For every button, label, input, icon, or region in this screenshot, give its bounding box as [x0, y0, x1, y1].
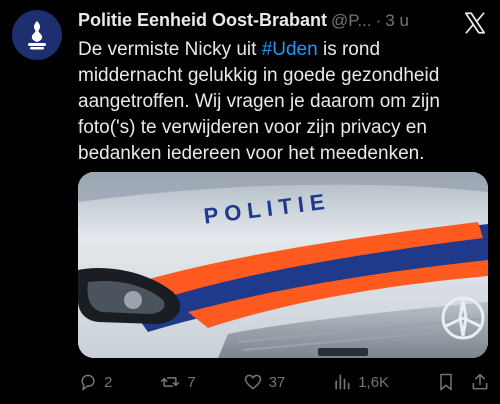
separator-dot: · — [375, 11, 382, 30]
police-logo-icon — [28, 21, 46, 50]
tweet-header: Politie Eenheid Oost-Brabant @P... · 3 u — [78, 6, 490, 35]
reply-icon — [81, 374, 95, 391]
share-icon[interactable] — [470, 372, 490, 392]
views-button[interactable]: 1,6K — [332, 372, 389, 392]
views-count: 1,6K — [358, 373, 390, 391]
like-count: 37 — [268, 373, 286, 391]
avatar[interactable] — [12, 10, 62, 60]
tweet-text: De vermiste Nicky uit #Uden is rond midd… — [78, 37, 468, 167]
action-bar: 2 7 37 1,6K — [78, 370, 490, 394]
tweet-media-image[interactable]: POLITIE — [78, 172, 488, 358]
repost-count: 7 — [187, 373, 196, 391]
repost-button[interactable]: 7 — [159, 372, 196, 392]
views-icon — [335, 374, 350, 390]
bookmark-icon[interactable] — [436, 372, 456, 392]
author-name[interactable]: Politie Eenheid Oost-Brabant — [78, 6, 327, 34]
reply-button[interactable]: 2 — [78, 372, 112, 392]
repost-icon — [161, 377, 180, 387]
hashtag-link[interactable]: #Uden — [262, 39, 318, 60]
police-car-photo: POLITIE — [78, 172, 488, 358]
tweet-text-part: De vermiste Nicky uit — [78, 39, 262, 60]
timestamp[interactable]: 3 u — [385, 7, 409, 35]
reply-count: 2 — [104, 373, 113, 391]
like-button[interactable]: 37 — [243, 372, 286, 392]
tweet[interactable]: Politie Eenheid Oost-Brabant @P... · 3 u… — [78, 6, 490, 167]
like-icon — [244, 374, 261, 390]
author-handle[interactable]: @P... — [331, 7, 372, 35]
secondary-actions — [436, 372, 490, 392]
